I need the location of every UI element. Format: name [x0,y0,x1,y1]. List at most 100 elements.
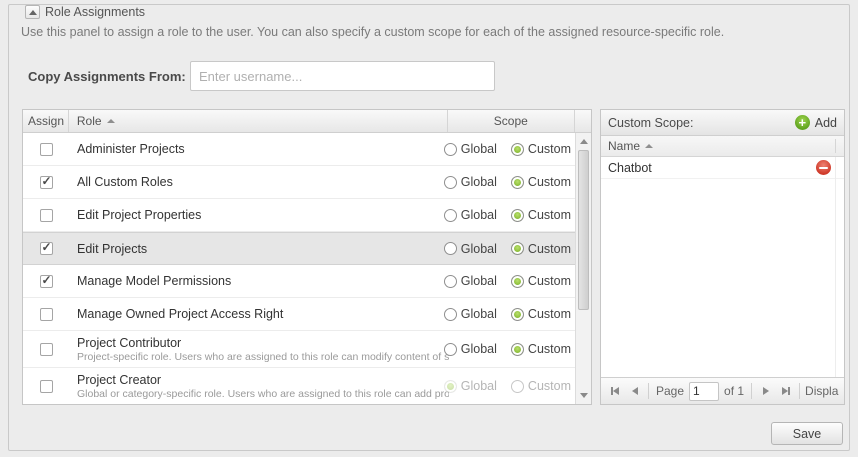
custom-scope-header: Custom Scope: Add [601,110,844,136]
page-count-label: of 1 [724,384,744,398]
first-page-button[interactable] [606,383,623,400]
role-name: Administer Projects [77,142,449,156]
scroll-down-button[interactable] [576,388,591,403]
display-label: Displa [805,384,838,398]
table-row[interactable]: Manage Owned Project Access Right Global… [23,298,577,331]
custom-radio-label: Custom [528,379,571,393]
assign-checkbox[interactable] [40,380,53,393]
global-radio-label: Global [461,307,497,321]
table-row[interactable]: Administer Projects Global Custom [23,133,577,166]
global-radio[interactable] [444,343,457,356]
global-radio[interactable] [444,308,457,321]
role-header-label: Role [77,114,102,128]
column-header-role[interactable]: Role [69,110,448,132]
custom-radio-label: Custom [528,175,571,189]
column-header-name[interactable]: Name [601,136,844,157]
roles-grid: Assign Role Scope Administer Projects Gl… [22,109,592,405]
global-radio[interactable] [444,176,457,189]
list-item[interactable]: Chatbot [601,157,844,179]
table-row[interactable]: Project CreatorGlobal or category-specif… [23,368,577,404]
prev-page-button[interactable] [626,383,643,400]
custom-scope-panel: Custom Scope: Add Name Chatbot Page of 1 [600,109,845,405]
next-page-button[interactable] [757,383,774,400]
custom-radio[interactable] [511,275,524,288]
role-name: Edit Projects [77,242,449,256]
assign-header-label: Assign [28,114,64,128]
scrollbar-thumb[interactable] [578,150,589,310]
global-radio[interactable] [444,143,457,156]
copy-assignments-input[interactable] [190,61,495,91]
custom-radio-label: Custom [528,307,571,321]
scroll-down-icon [580,393,588,398]
assign-checkbox[interactable] [40,275,53,288]
collapse-arrow-icon [29,10,37,15]
first-page-arrow-icon [613,387,619,395]
scroll-up-button[interactable] [576,134,591,149]
scope-header-label: Scope [494,114,528,128]
toolbar-separator [751,383,752,399]
global-radio[interactable] [444,275,457,288]
collapse-toggle-button[interactable] [25,5,40,19]
custom-scope-body: Chatbot [601,157,844,377]
panel-legend: Role Assignments [21,5,839,19]
global-radio-label: Global [461,142,497,156]
custom-radio-label: Custom [528,208,571,222]
prev-page-icon [632,387,638,395]
assign-checkbox[interactable] [40,176,53,189]
assign-checkbox[interactable] [40,143,53,156]
copy-assignments-row: Copy Assignments From: [28,61,495,91]
assign-checkbox[interactable] [40,343,53,356]
column-line [835,157,836,377]
table-row[interactable]: Project ContributorProject-specific role… [23,331,577,368]
custom-radio[interactable] [511,242,524,255]
table-row[interactable]: Manage Model Permissions Global Custom [23,265,577,298]
column-header-assign[interactable]: Assign [23,110,69,132]
global-radio-label: Global [461,175,497,189]
last-page-icon [788,387,790,395]
vertical-scrollbar[interactable] [575,133,591,404]
custom-radio-label: Custom [528,142,571,156]
role-name: Manage Model Permissions [77,274,449,288]
add-button[interactable]: Add [795,115,837,130]
role-description: Project-specific role. Users who are ass… [77,351,449,363]
table-row[interactable]: Edit Projects Global Custom [23,232,577,265]
assign-checkbox[interactable] [40,242,53,255]
global-radio-label: Global [461,208,497,222]
assign-checkbox[interactable] [40,209,53,222]
custom-radio[interactable] [511,343,524,356]
roles-grid-header: Assign Role Scope [23,110,591,133]
scroll-up-icon [580,139,588,144]
table-row[interactable]: All Custom Roles Global Custom [23,166,577,199]
custom-radio[interactable] [511,308,524,321]
save-button[interactable]: Save [771,422,843,445]
add-icon [795,115,810,130]
sort-asc-icon [645,144,653,148]
page-number-input[interactable] [689,382,719,401]
remove-icon[interactable] [816,160,831,175]
next-page-icon [763,387,769,395]
assign-checkbox[interactable] [40,308,53,321]
panel-title: Role Assignments [45,5,145,19]
global-radio[interactable] [444,242,457,255]
custom-radio[interactable] [511,380,524,393]
add-button-label: Add [815,116,837,130]
custom-radio[interactable] [511,209,524,222]
page-label: Page [656,384,684,398]
sort-asc-icon [107,119,115,123]
global-radio-label: Global [461,242,497,256]
toolbar-separator [648,383,649,399]
role-name: Manage Owned Project Access Right [77,307,449,321]
column-separator [835,139,836,153]
custom-radio[interactable] [511,143,524,156]
column-header-scope[interactable]: Scope [448,110,576,132]
custom-radio-label: Custom [528,342,571,356]
custom-radio-label: Custom [528,274,571,288]
copy-assignments-label: Copy Assignments From: [28,69,190,84]
custom-radio[interactable] [511,176,524,189]
role-name: Project Contributor [77,336,449,350]
custom-radio-label: Custom [528,242,571,256]
global-radio[interactable] [444,209,457,222]
table-row[interactable]: Edit Project Properties Global Custom [23,199,577,232]
global-radio[interactable] [444,380,457,393]
last-page-button[interactable] [777,383,794,400]
